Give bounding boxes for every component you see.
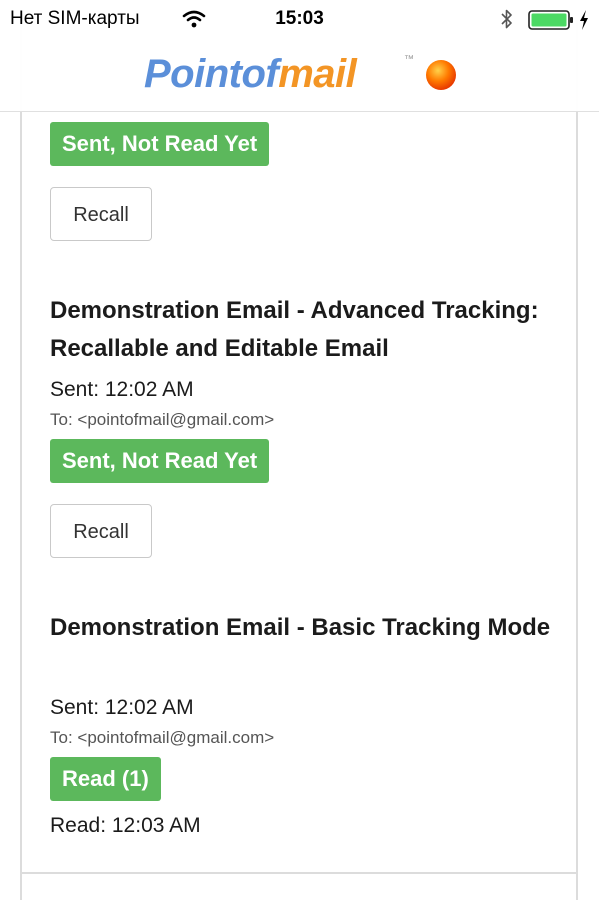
recall-button[interactable]: Recall <box>50 504 152 558</box>
logo-text-mail: mail <box>278 52 357 96</box>
status-badge: Sent, Not Read Yet <box>50 122 270 166</box>
sent-time: Sent: 12:02 AM <box>50 696 194 719</box>
logo-text-point: Pointof <box>144 52 279 96</box>
email-card: Demonstration Email - Basic Tracking Mod… <box>20 579 578 874</box>
email-title[interactable]: Demonstration Email - Basic Tracking Mod… <box>50 609 555 647</box>
charging-bolt-icon <box>578 9 590 36</box>
sent-time: Sent: 12:02 AM <box>50 378 194 401</box>
status-badge: Sent, Not Read Yet <box>50 439 270 483</box>
battery-full-icon <box>528 10 574 35</box>
recall-button[interactable]: Recall <box>50 187 152 241</box>
email-card <box>20 872 578 900</box>
logo-dot-icon <box>424 58 458 97</box>
read-time: Read: 12:03 AM <box>50 814 201 837</box>
recipient: To: <pointofmail@gmail.com> <box>50 728 275 747</box>
logo-trademark: ™ <box>404 54 414 65</box>
email-list: Sent, Not Read Yet Recall Demonstration … <box>0 0 599 900</box>
app-header: Нет SIM-карты 15:03 Pointofmail ™ <box>0 0 599 112</box>
status-bar: Нет SIM-карты 15:03 <box>0 0 599 40</box>
bluetooth-icon <box>500 8 514 35</box>
recipient: To: <pointofmail@gmail.com> <box>50 410 275 429</box>
email-card: Demonstration Email - Advanced Tracking:… <box>20 263 578 581</box>
pointofmail-logo: Pointofmail ™ <box>144 52 456 96</box>
status-badge: Read (1) <box>50 757 161 801</box>
email-title[interactable]: Demonstration Email - Advanced Tracking:… <box>50 292 555 368</box>
